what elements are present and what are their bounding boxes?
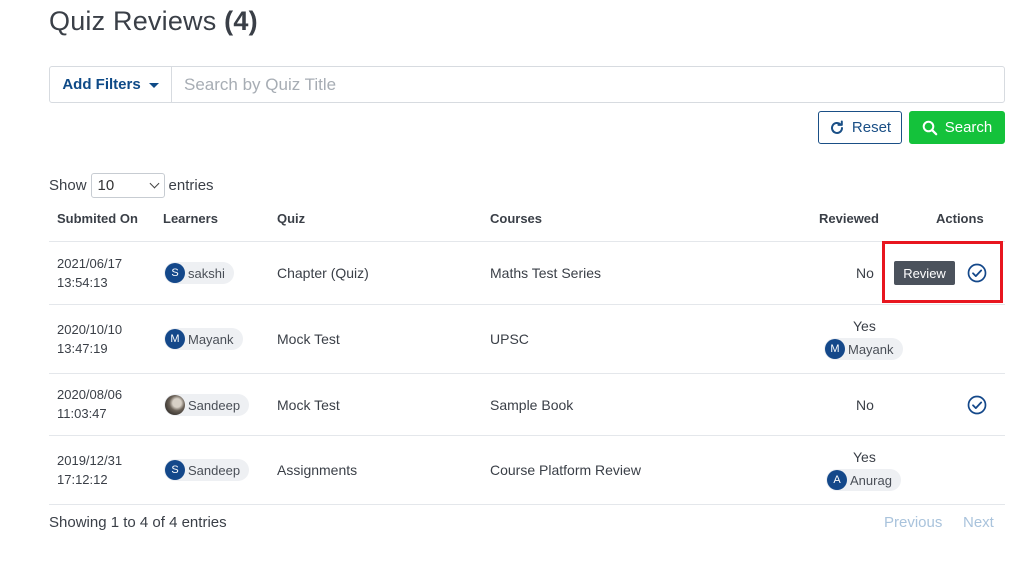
learner-chip: M Mayank: [164, 328, 243, 350]
submitted-date: 2020/08/06 11:03:47: [57, 385, 122, 423]
learner-name: sakshi: [188, 265, 225, 281]
avatar: S: [165, 460, 185, 480]
reviewed-status: No: [856, 265, 874, 281]
quiz-title: Chapter (Quiz): [277, 265, 369, 281]
quiz-title: Mock Test: [277, 397, 340, 413]
row-divider: [49, 435, 1005, 436]
header-quiz[interactable]: Quiz: [277, 211, 305, 226]
course-name: UPSC: [490, 331, 529, 347]
quiz-title-search-input[interactable]: [172, 67, 1004, 102]
header-actions: Actions: [936, 211, 984, 226]
next-page-link[interactable]: Next: [963, 514, 994, 531]
header-courses[interactable]: Courses: [490, 211, 542, 226]
caret-down-icon: [148, 83, 159, 88]
page-title: Quiz Reviews (4): [49, 6, 258, 37]
course-name: Course Platform Review: [490, 462, 641, 478]
learner-chip: S sakshi: [164, 262, 234, 284]
reviewer-name: Mayank: [848, 341, 894, 357]
check-circle-icon[interactable]: [967, 395, 987, 415]
header-submitted-on[interactable]: Submited On: [57, 211, 138, 226]
refresh-icon: [830, 120, 843, 134]
chevron-down-icon: [149, 178, 159, 189]
submitted-date: 2021/06/17 13:54:13: [57, 254, 122, 292]
row-divider: [49, 304, 1005, 305]
date-text: 2019/12/31: [57, 453, 123, 468]
search-button[interactable]: Search: [909, 111, 1005, 144]
entries-select[interactable]: 10: [90, 173, 165, 198]
reset-button[interactable]: Reset: [818, 111, 902, 144]
date-text: 2020/08/06: [57, 387, 123, 402]
avatar: A: [827, 470, 847, 490]
learner-name: Sandeep: [188, 462, 241, 478]
header-reviewed[interactable]: Reviewed: [819, 211, 879, 226]
add-filters-dropdown[interactable]: Add Filters: [50, 67, 172, 102]
avatar: M: [825, 339, 845, 359]
time-text: 11:03:47: [57, 406, 107, 421]
entries-length-control: Show 10 entries: [49, 173, 214, 198]
avatar: M: [165, 329, 185, 349]
table-info: Showing 1 to 4 of 4 entries: [49, 514, 227, 531]
page-title-count: (4): [224, 6, 258, 36]
course-name: Sample Book: [490, 397, 574, 413]
previous-page-link[interactable]: Previous: [884, 514, 942, 531]
reset-label: Reset: [851, 119, 892, 136]
filter-bar: Add Filters: [49, 66, 1005, 103]
quiz-title: Mock Test: [277, 331, 340, 347]
submitted-date: 2020/10/10 13:47:19: [57, 320, 122, 358]
course-name: Maths Test Series: [490, 265, 602, 281]
table-header-divider: [49, 241, 1005, 242]
add-filters-label: Add Filters: [62, 76, 141, 93]
reviewer-chip: A Anurag: [826, 469, 901, 491]
search-icon: [922, 120, 938, 135]
date-text: 2020/10/10: [57, 322, 123, 337]
avatar: S: [165, 263, 185, 283]
learner-name: Sandeep: [188, 397, 241, 413]
search-label: Search: [944, 119, 993, 136]
entries-label: entries: [168, 177, 214, 194]
row-divider: [49, 373, 1005, 374]
time-text: 13:54:13: [57, 275, 108, 290]
row-divider: [49, 504, 1005, 505]
time-text: 17:12:12: [57, 472, 108, 487]
reviewed-status: Yes: [853, 449, 876, 465]
learner-name: Mayank: [188, 331, 234, 347]
reviewer-name: Anurag: [850, 472, 892, 488]
review-button[interactable]: Review: [894, 261, 955, 285]
header-learners[interactable]: Learners: [163, 211, 218, 226]
show-label: Show: [49, 177, 87, 194]
quiz-title: Assignments: [277, 462, 358, 478]
check-circle-icon[interactable]: [967, 263, 987, 283]
reviewed-status: Yes: [853, 318, 876, 334]
learner-chip: Sandeep: [164, 394, 250, 416]
date-text: 2021/06/17: [57, 256, 123, 271]
avatar: [165, 395, 185, 415]
page-title-text: Quiz Reviews: [49, 6, 217, 36]
submitted-date: 2019/12/31 17:12:12: [57, 451, 122, 489]
time-text: 13:47:19: [57, 341, 108, 356]
reviewer-chip: M Mayank: [824, 338, 903, 360]
entries-selected-value: 10: [97, 177, 115, 194]
learner-chip: S Sandeep: [164, 459, 250, 481]
reviewed-status: No: [856, 397, 874, 413]
